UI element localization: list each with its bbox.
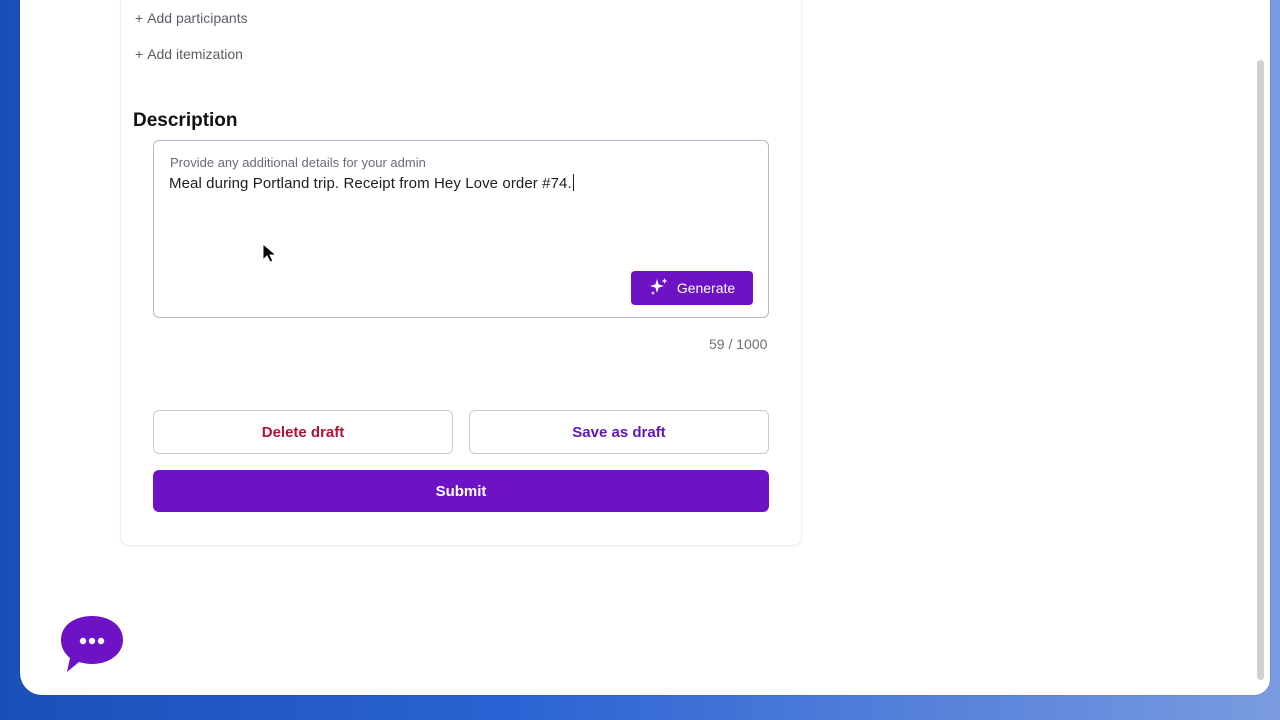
delete-draft-button[interactable]: Delete draft xyxy=(153,410,453,454)
mouse-pointer-icon xyxy=(262,242,280,263)
submit-button[interactable]: Submit xyxy=(153,470,769,512)
description-title: Description xyxy=(133,110,238,131)
plus-icon: + xyxy=(135,46,144,62)
chat-bubble-icon[interactable] xyxy=(59,614,125,674)
generate-label: Generate xyxy=(676,280,736,296)
description-text[interactable]: Meal during Portland trip. Receipt from … xyxy=(169,174,574,192)
description-value: Meal during Portland trip. Receipt from … xyxy=(169,175,572,192)
generate-button[interactable]: Generate xyxy=(631,271,753,305)
text-caret xyxy=(572,174,574,191)
add-participants-label: Add participants xyxy=(147,10,248,26)
add-itemization-label: Add itemization xyxy=(147,46,243,62)
description-field-label: Provide any additional details for your … xyxy=(170,155,426,170)
app-window xyxy=(20,0,1270,695)
save-draft-button[interactable]: Save as draft xyxy=(469,410,769,454)
description-textarea[interactable]: Provide any additional details for your … xyxy=(153,140,769,318)
scrollbar[interactable] xyxy=(1257,60,1264,680)
add-participants-link[interactable]: + Add participants xyxy=(135,10,248,26)
sparkle-icon xyxy=(649,277,669,300)
character-counter: 59 / 1000 xyxy=(709,336,768,352)
plus-icon: + xyxy=(135,10,144,26)
add-itemization-link[interactable]: + Add itemization xyxy=(135,46,243,62)
